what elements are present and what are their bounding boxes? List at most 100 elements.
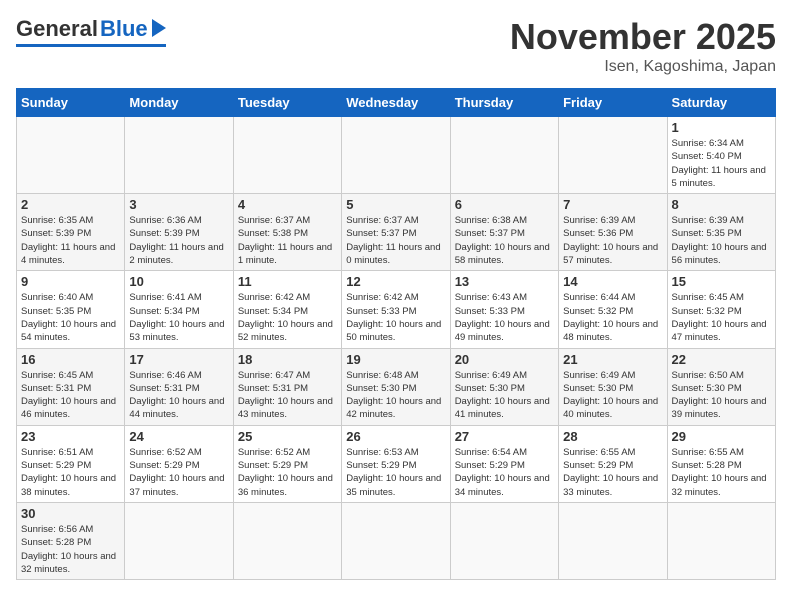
calendar-table: SundayMondayTuesdayWednesdayThursdayFrid… xyxy=(16,88,776,580)
day-number: 20 xyxy=(455,352,554,367)
logo-blue-text: Blue xyxy=(100,16,148,42)
day-number: 21 xyxy=(563,352,662,367)
day-number: 10 xyxy=(129,274,228,289)
day-number: 29 xyxy=(672,429,771,444)
day-number: 11 xyxy=(238,274,337,289)
weekday-header-sunday: Sunday xyxy=(17,89,125,117)
day-info: Sunrise: 6:41 AM Sunset: 5:34 PM Dayligh… xyxy=(129,291,228,344)
calendar-cell: 6 Sunrise: 6:38 AM Sunset: 5:37 PM Daylig… xyxy=(450,194,558,271)
calendar-cell xyxy=(233,502,341,579)
calendar-cell: 10 Sunrise: 6:41 AM Sunset: 5:34 PM Dayli… xyxy=(125,271,233,348)
calendar-cell: 19 Sunrise: 6:48 AM Sunset: 5:30 PM Dayli… xyxy=(342,348,450,425)
calendar-cell: 4Sunrise: 6:37 AM Sunset: 5:38 PM Daylig… xyxy=(233,194,341,271)
day-info: Sunrise: 6:39 AM Sunset: 5:35 PM Dayligh… xyxy=(672,214,771,267)
day-number: 18 xyxy=(238,352,337,367)
weekday-header-saturday: Saturday xyxy=(667,89,775,117)
calendar-cell: 20Sunrise: 6:49 AM Sunset: 5:30 PM Dayli… xyxy=(450,348,558,425)
day-number: 8 xyxy=(672,197,771,212)
day-info: Sunrise: 6:56 AM Sunset: 5:28 PM Dayligh… xyxy=(21,523,120,576)
calendar-cell: 13Sunrise: 6:43 AM Sunset: 5:33 PM Dayli… xyxy=(450,271,558,348)
calendar-cell xyxy=(17,117,125,194)
calendar-cell: 14 Sunrise: 6:44 AM Sunset: 5:32 PM Dayli… xyxy=(559,271,667,348)
day-number: 24 xyxy=(129,429,228,444)
calendar-cell xyxy=(667,502,775,579)
day-number: 23 xyxy=(21,429,120,444)
calendar-cell: 24Sunrise: 6:52 AM Sunset: 5:29 PM Dayli… xyxy=(125,425,233,502)
day-info: Sunrise: 6:54 AM Sunset: 5:29 PM Dayligh… xyxy=(455,446,554,499)
day-info: Sunrise: 6:35 AM Sunset: 5:39 PM Dayligh… xyxy=(21,214,120,267)
calendar-cell: 22Sunrise: 6:50 AM Sunset: 5:30 PM Dayli… xyxy=(667,348,775,425)
day-number: 2 xyxy=(21,197,120,212)
calendar-cell: 5 Sunrise: 6:37 AM Sunset: 5:37 PM Daylig… xyxy=(342,194,450,271)
day-number: 28 xyxy=(563,429,662,444)
day-info: Sunrise: 6:37 AM Sunset: 5:37 PM Dayligh… xyxy=(346,214,445,267)
week-row-4: 16Sunrise: 6:45 AM Sunset: 5:31 PM Dayli… xyxy=(17,348,776,425)
day-number: 7 xyxy=(563,197,662,212)
calendar-cell xyxy=(342,117,450,194)
day-number: 14 xyxy=(563,274,662,289)
title-section: November 2025 Isen, Kagoshima, Japan xyxy=(510,16,776,76)
calendar-cell xyxy=(559,502,667,579)
day-info: Sunrise: 6:51 AM Sunset: 5:29 PM Dayligh… xyxy=(21,446,120,499)
week-row-6: 30 Sunrise: 6:56 AM Sunset: 5:28 PM Dayli… xyxy=(17,502,776,579)
calendar-cell: 8 Sunrise: 6:39 AM Sunset: 5:35 PM Daylig… xyxy=(667,194,775,271)
day-number: 26 xyxy=(346,429,445,444)
day-info: Sunrise: 6:44 AM Sunset: 5:32 PM Dayligh… xyxy=(563,291,662,344)
day-info: Sunrise: 6:39 AM Sunset: 5:36 PM Dayligh… xyxy=(563,214,662,267)
day-number: 17 xyxy=(129,352,228,367)
day-number: 30 xyxy=(21,506,120,521)
calendar-cell: 30 Sunrise: 6:56 AM Sunset: 5:28 PM Dayli… xyxy=(17,502,125,579)
day-number: 22 xyxy=(672,352,771,367)
day-number: 6 xyxy=(455,197,554,212)
week-row-5: 23 Sunrise: 6:51 AM Sunset: 5:29 PM Dayli… xyxy=(17,425,776,502)
day-number: 19 xyxy=(346,352,445,367)
day-number: 27 xyxy=(455,429,554,444)
day-info: Sunrise: 6:49 AM Sunset: 5:30 PM Dayligh… xyxy=(563,369,662,422)
calendar-cell: 28Sunrise: 6:55 AM Sunset: 5:29 PM Dayli… xyxy=(559,425,667,502)
week-row-3: 9Sunrise: 6:40 AM Sunset: 5:35 PM Daylig… xyxy=(17,271,776,348)
day-number: 5 xyxy=(346,197,445,212)
weekday-header-wednesday: Wednesday xyxy=(342,89,450,117)
day-info: Sunrise: 6:52 AM Sunset: 5:29 PM Dayligh… xyxy=(238,446,337,499)
calendar-cell: 11Sunrise: 6:42 AM Sunset: 5:34 PM Dayli… xyxy=(233,271,341,348)
day-number: 25 xyxy=(238,429,337,444)
weekday-header-row: SundayMondayTuesdayWednesdayThursdayFrid… xyxy=(17,89,776,117)
day-info: Sunrise: 6:37 AM Sunset: 5:38 PM Dayligh… xyxy=(238,214,337,267)
day-number: 9 xyxy=(21,274,120,289)
week-row-2: 2 Sunrise: 6:35 AM Sunset: 5:39 PM Daylig… xyxy=(17,194,776,271)
calendar-cell xyxy=(125,117,233,194)
calendar-cell: 18 Sunrise: 6:47 AM Sunset: 5:31 PM Dayli… xyxy=(233,348,341,425)
month-title: November 2025 xyxy=(510,16,776,58)
calendar-cell: 23 Sunrise: 6:51 AM Sunset: 5:29 PM Dayli… xyxy=(17,425,125,502)
header: General Blue November 2025 Isen, Kagoshi… xyxy=(16,16,776,76)
day-info: Sunrise: 6:45 AM Sunset: 5:31 PM Dayligh… xyxy=(21,369,120,422)
calendar-cell: 17 Sunrise: 6:46 AM Sunset: 5:31 PM Dayli… xyxy=(125,348,233,425)
day-info: Sunrise: 6:34 AM Sunset: 5:40 PM Dayligh… xyxy=(672,137,771,190)
day-info: Sunrise: 6:42 AM Sunset: 5:33 PM Dayligh… xyxy=(346,291,445,344)
day-info: Sunrise: 6:55 AM Sunset: 5:28 PM Dayligh… xyxy=(672,446,771,499)
weekday-header-monday: Monday xyxy=(125,89,233,117)
day-info: Sunrise: 6:46 AM Sunset: 5:31 PM Dayligh… xyxy=(129,369,228,422)
calendar-cell xyxy=(450,117,558,194)
calendar-cell: 2 Sunrise: 6:35 AM Sunset: 5:39 PM Daylig… xyxy=(17,194,125,271)
logo-triangle-icon xyxy=(152,19,166,37)
calendar-cell: 26Sunrise: 6:53 AM Sunset: 5:29 PM Dayli… xyxy=(342,425,450,502)
calendar-cell: 27 Sunrise: 6:54 AM Sunset: 5:29 PM Dayli… xyxy=(450,425,558,502)
day-info: Sunrise: 6:48 AM Sunset: 5:30 PM Dayligh… xyxy=(346,369,445,422)
day-info: Sunrise: 6:43 AM Sunset: 5:33 PM Dayligh… xyxy=(455,291,554,344)
day-number: 3 xyxy=(129,197,228,212)
calendar-cell: 7 Sunrise: 6:39 AM Sunset: 5:36 PM Daylig… xyxy=(559,194,667,271)
day-info: Sunrise: 6:45 AM Sunset: 5:32 PM Dayligh… xyxy=(672,291,771,344)
calendar-cell: 12Sunrise: 6:42 AM Sunset: 5:33 PM Dayli… xyxy=(342,271,450,348)
calendar-cell xyxy=(559,117,667,194)
logo-underline xyxy=(16,44,166,47)
logo-general-text: General xyxy=(16,16,98,42)
calendar-cell xyxy=(233,117,341,194)
weekday-header-tuesday: Tuesday xyxy=(233,89,341,117)
day-info: Sunrise: 6:47 AM Sunset: 5:31 PM Dayligh… xyxy=(238,369,337,422)
calendar-cell: 15Sunrise: 6:45 AM Sunset: 5:32 PM Dayli… xyxy=(667,271,775,348)
week-row-1: 1Sunrise: 6:34 AM Sunset: 5:40 PM Daylig… xyxy=(17,117,776,194)
day-info: Sunrise: 6:38 AM Sunset: 5:37 PM Dayligh… xyxy=(455,214,554,267)
weekday-header-thursday: Thursday xyxy=(450,89,558,117)
calendar-cell xyxy=(125,502,233,579)
